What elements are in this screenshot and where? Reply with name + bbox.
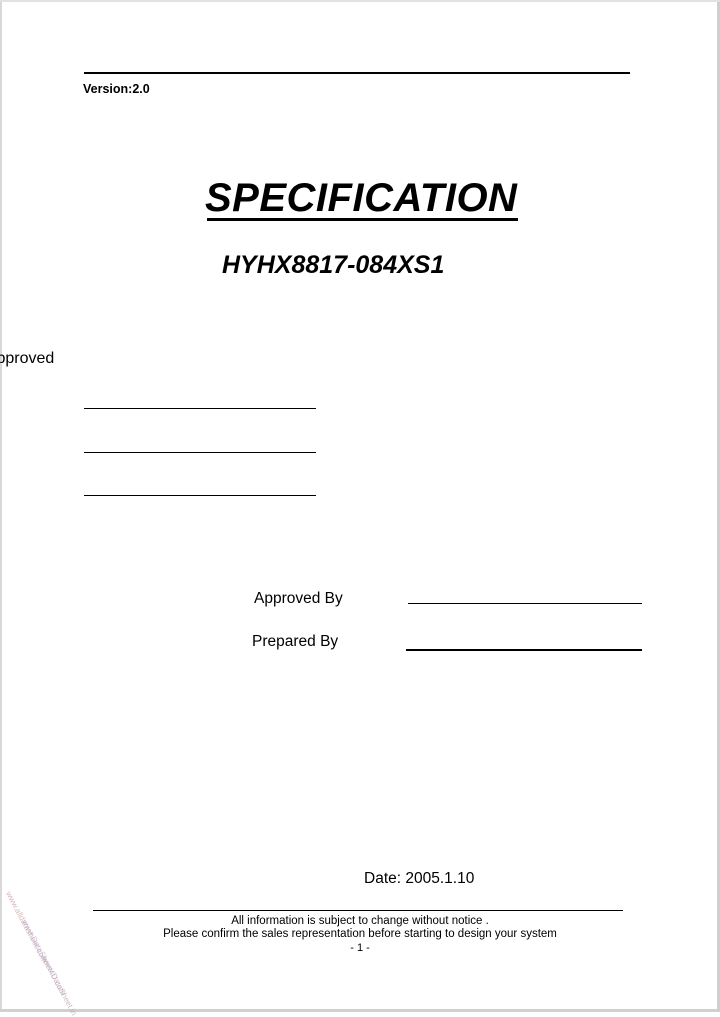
signature-line-1 (84, 408, 316, 409)
approved-by-signature-line (408, 603, 642, 604)
approved-by-label: Approved By (254, 590, 343, 607)
header-divider (84, 72, 630, 74)
signature-line-2 (84, 452, 316, 453)
prepared-by-label: Prepared By (252, 633, 339, 650)
page-edge-left (0, 0, 2, 1012)
page-edge-top (0, 0, 720, 2)
signature-line-3 (84, 495, 316, 496)
footer-note-line-2: Please confirm the sales representation … (163, 928, 557, 940)
document-date: Date: 2005.1.10 (364, 870, 475, 887)
page-title-underline (207, 218, 518, 221)
prepared-by-signature-line (406, 649, 642, 651)
page-number: - 1 - (350, 942, 370, 954)
model-number: HYHX8817-084XS1 (222, 251, 445, 279)
version-label: Version:2.0 (83, 82, 150, 96)
footer-divider (93, 910, 623, 911)
page-title: SPECIFICATION (205, 176, 518, 220)
footer-note-line-1: All information is subject to change wit… (231, 915, 489, 927)
watermark-3: www.DataSheet.in (40, 955, 79, 1017)
document-page: Version:2.0 SPECIFICATION HYHX8817-084XS… (0, 0, 720, 1017)
customer-approved-label: er Approved (0, 350, 55, 367)
